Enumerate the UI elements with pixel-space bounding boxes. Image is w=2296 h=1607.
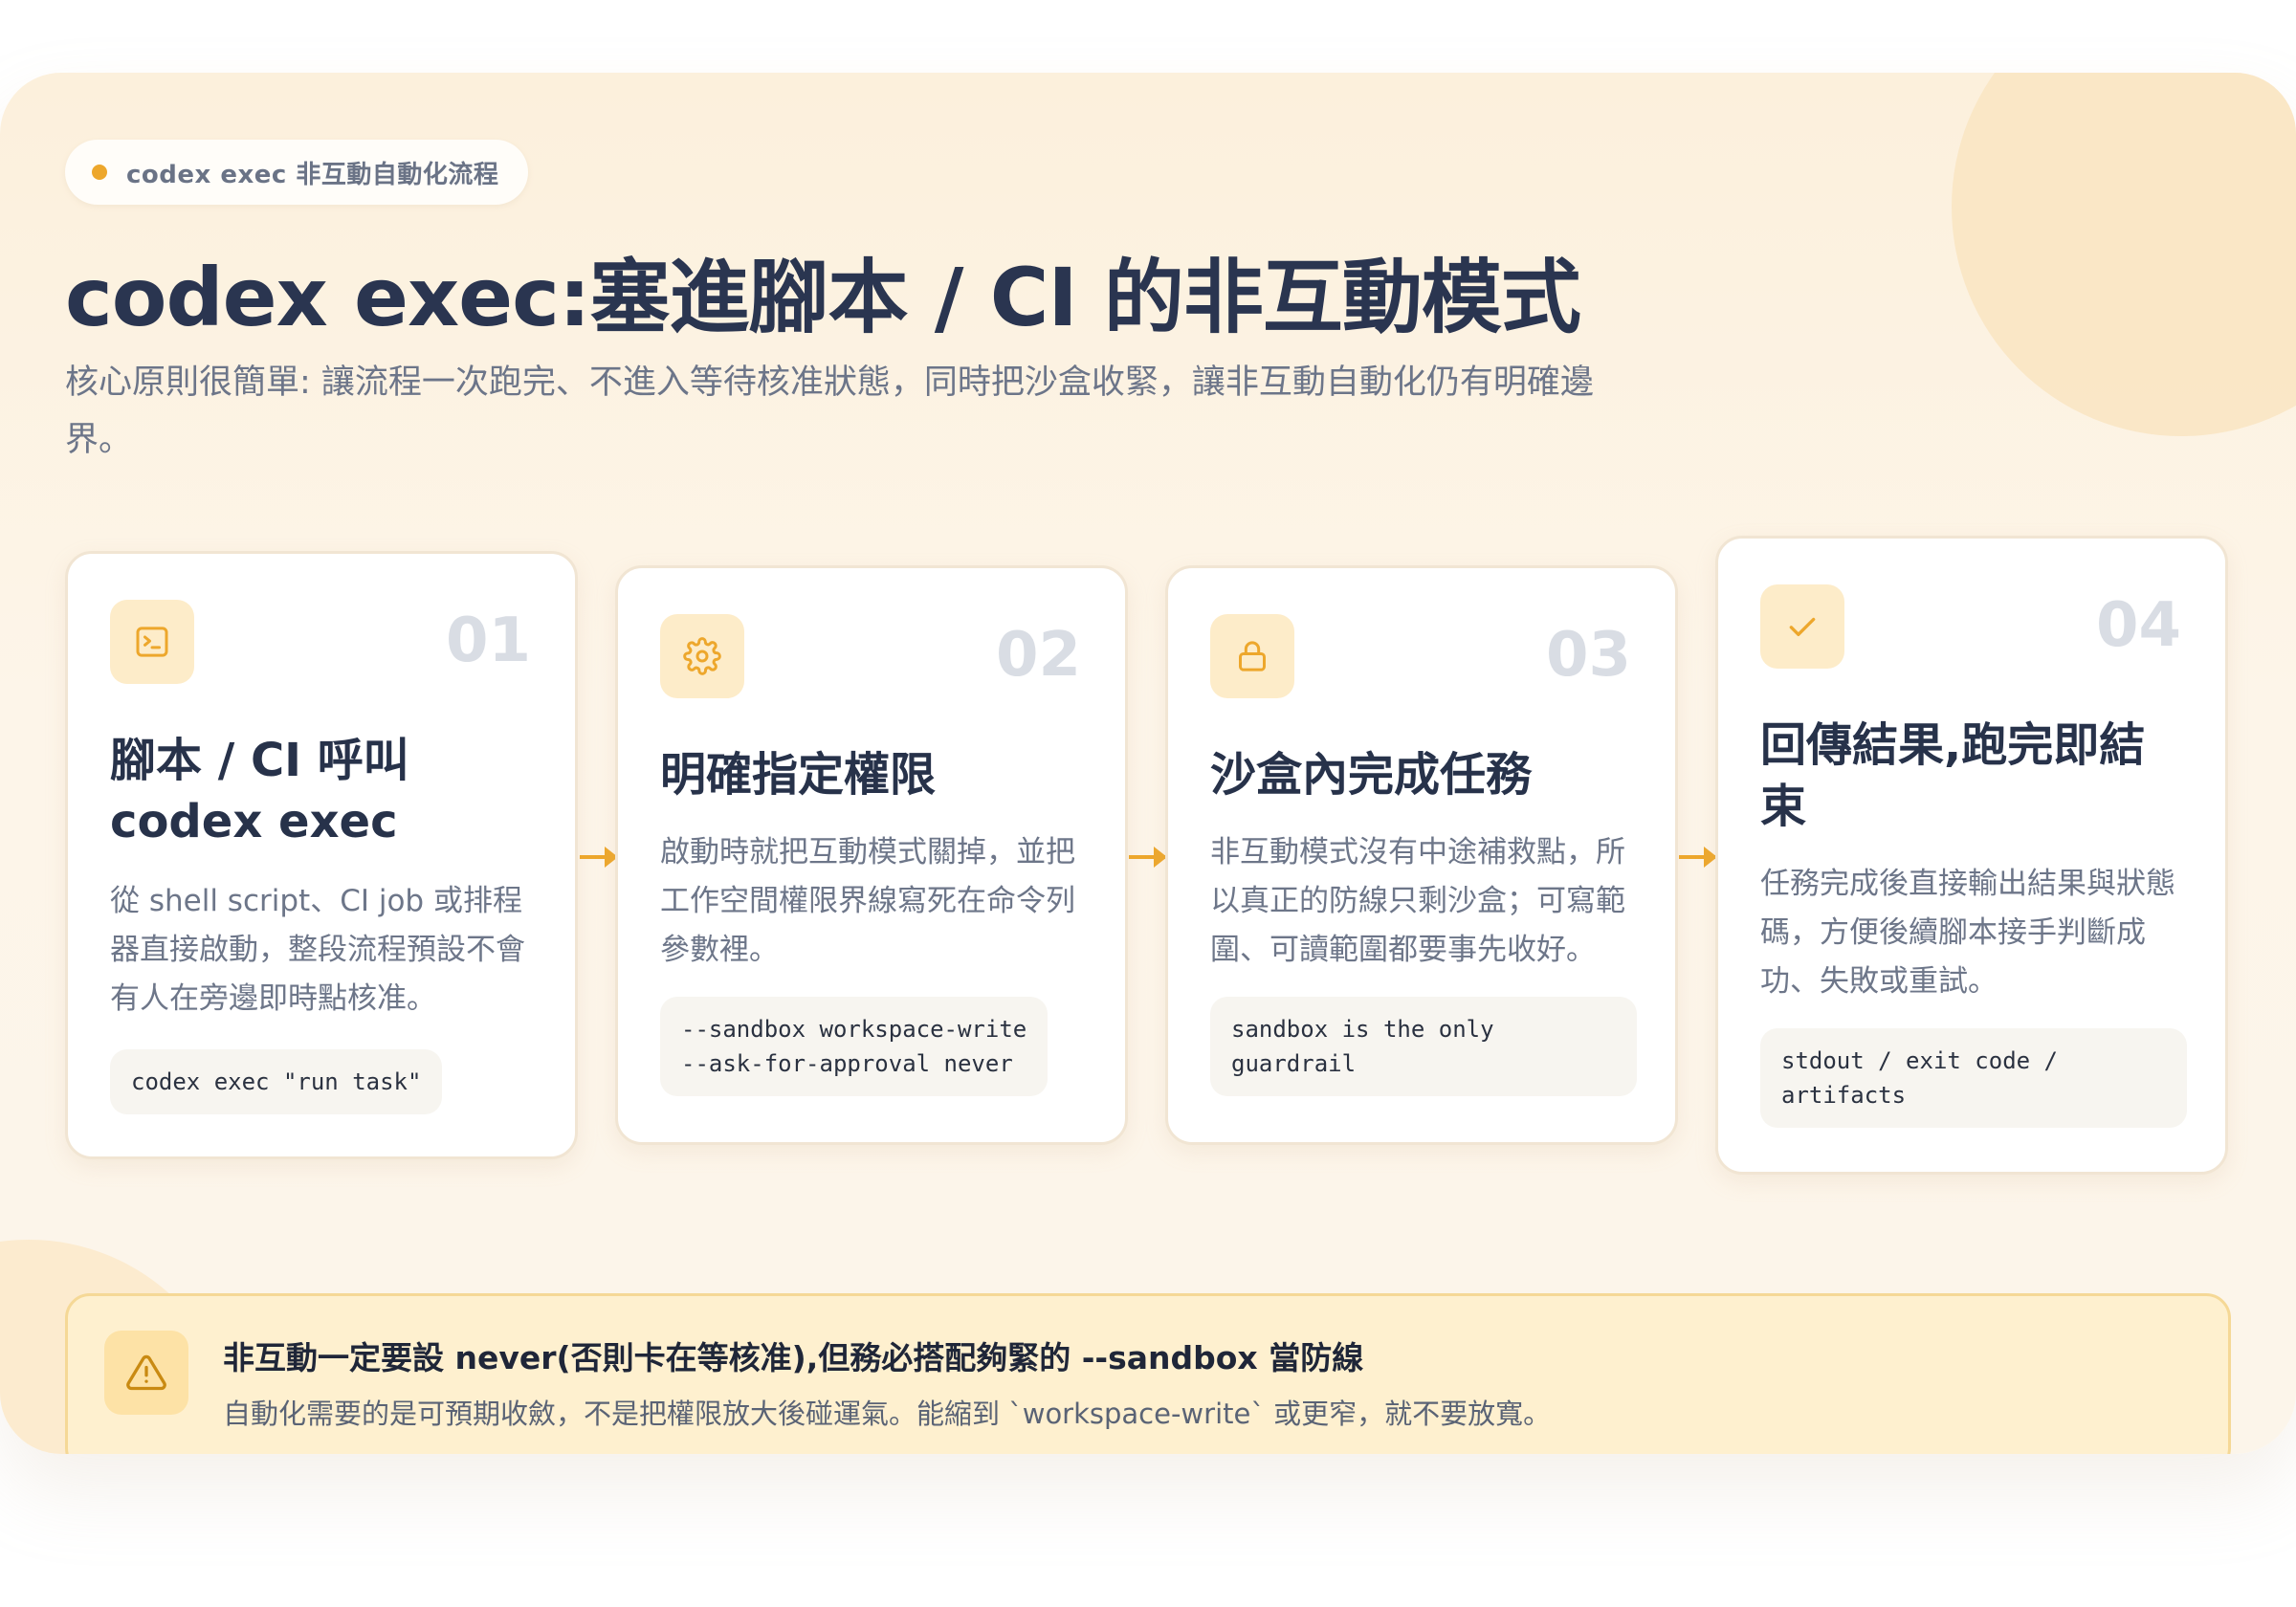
flow-arrow	[1679, 847, 1717, 868]
lock-icon	[1210, 614, 1294, 698]
step-number: 01	[445, 605, 531, 676]
step-number: 03	[1545, 620, 1631, 691]
main-panel: codex exec 非互動自動化流程 codex exec:塞進腳本 / CI…	[0, 73, 2296, 1454]
warning-title: 非互動一定要設 never(否則卡在等核准),但務必搭配夠緊的 --sandbo…	[223, 1339, 1364, 1376]
badge-dot-icon	[92, 165, 107, 180]
section-badge: codex exec 非互動自動化流程	[65, 140, 528, 205]
step-card-4: 04 回傳結果,跑完即結束 任務完成後直接輸出結果與狀態碼，方便後續腳本接手判斷…	[1715, 536, 2228, 1175]
step-description: 從 shell script、CI job 或排程器直接啟動，整段流程預設不會有…	[110, 884, 525, 1016]
step-title: 腳本 / CI 呼叫 codex exec	[110, 734, 409, 848]
step-code-snippet: --sandbox workspace-write --ask-for-appr…	[660, 997, 1049, 1096]
warning-icon	[104, 1331, 188, 1415]
page-title: codex exec:塞進腳本 / CI 的非互動模式	[65, 251, 1581, 344]
step-title: 明確指定權限	[660, 748, 937, 802]
terminal-icon	[110, 600, 194, 684]
badge-label: codex exec 非互動自動化流程	[126, 160, 499, 189]
step-description: 任務完成後直接輸出結果與狀態碼，方便後續腳本接手判斷成功、失敗或重試。	[1760, 867, 2175, 999]
step-title: 回傳結果,跑完即結束	[1760, 718, 2146, 833]
warning-description: 自動化需要的是可預期收斂，不是把權限放大後碰運氣。能縮到 `workspace-…	[223, 1398, 1552, 1430]
step-card-2: 02 明確指定權限 啟動時就把互動模式關掉，並把工作空間權限界線寫死在命令列參數…	[615, 565, 1128, 1145]
decorative-circle	[1952, 73, 2296, 436]
flow-arrow	[580, 847, 618, 868]
gear-icon	[660, 614, 744, 698]
warning-callout: 非互動一定要設 never(否則卡在等核准),但務必搭配夠緊的 --sandbo…	[65, 1293, 2231, 1454]
step-number: 02	[995, 620, 1081, 691]
step-card-1: 01 腳本 / CI 呼叫 codex exec 從 shell script、…	[65, 551, 578, 1159]
step-description: 非互動模式沒有中途補救點，所以真正的防線只剩沙盒；可寫範圍、可讀範圍都要事先收好…	[1210, 835, 1625, 967]
step-code-snippet: stdout / exit code / artifacts	[1760, 1028, 2187, 1128]
page-subtitle: 核心原則很簡單: 讓流程一次跑完、不進入等待核准狀態，同時把沙盒收緊，讓非互動自…	[65, 363, 1594, 459]
step-card-3: 03 沙盒內完成任務 非互動模式沒有中途補救點，所以真正的防線只剩沙盒；可寫範圍…	[1165, 565, 1678, 1145]
step-title: 沙盒內完成任務	[1210, 748, 1533, 802]
step-number: 04	[2095, 590, 2181, 661]
step-code-snippet: codex exec "run task"	[110, 1049, 443, 1114]
step-description: 啟動時就把互動模式關掉，並把工作空間權限界線寫死在命令列參數裡。	[660, 835, 1075, 967]
flow-arrow	[1129, 847, 1167, 868]
step-code-snippet: sandbox is the only guardrail	[1210, 997, 1637, 1096]
check-icon	[1760, 584, 1844, 669]
